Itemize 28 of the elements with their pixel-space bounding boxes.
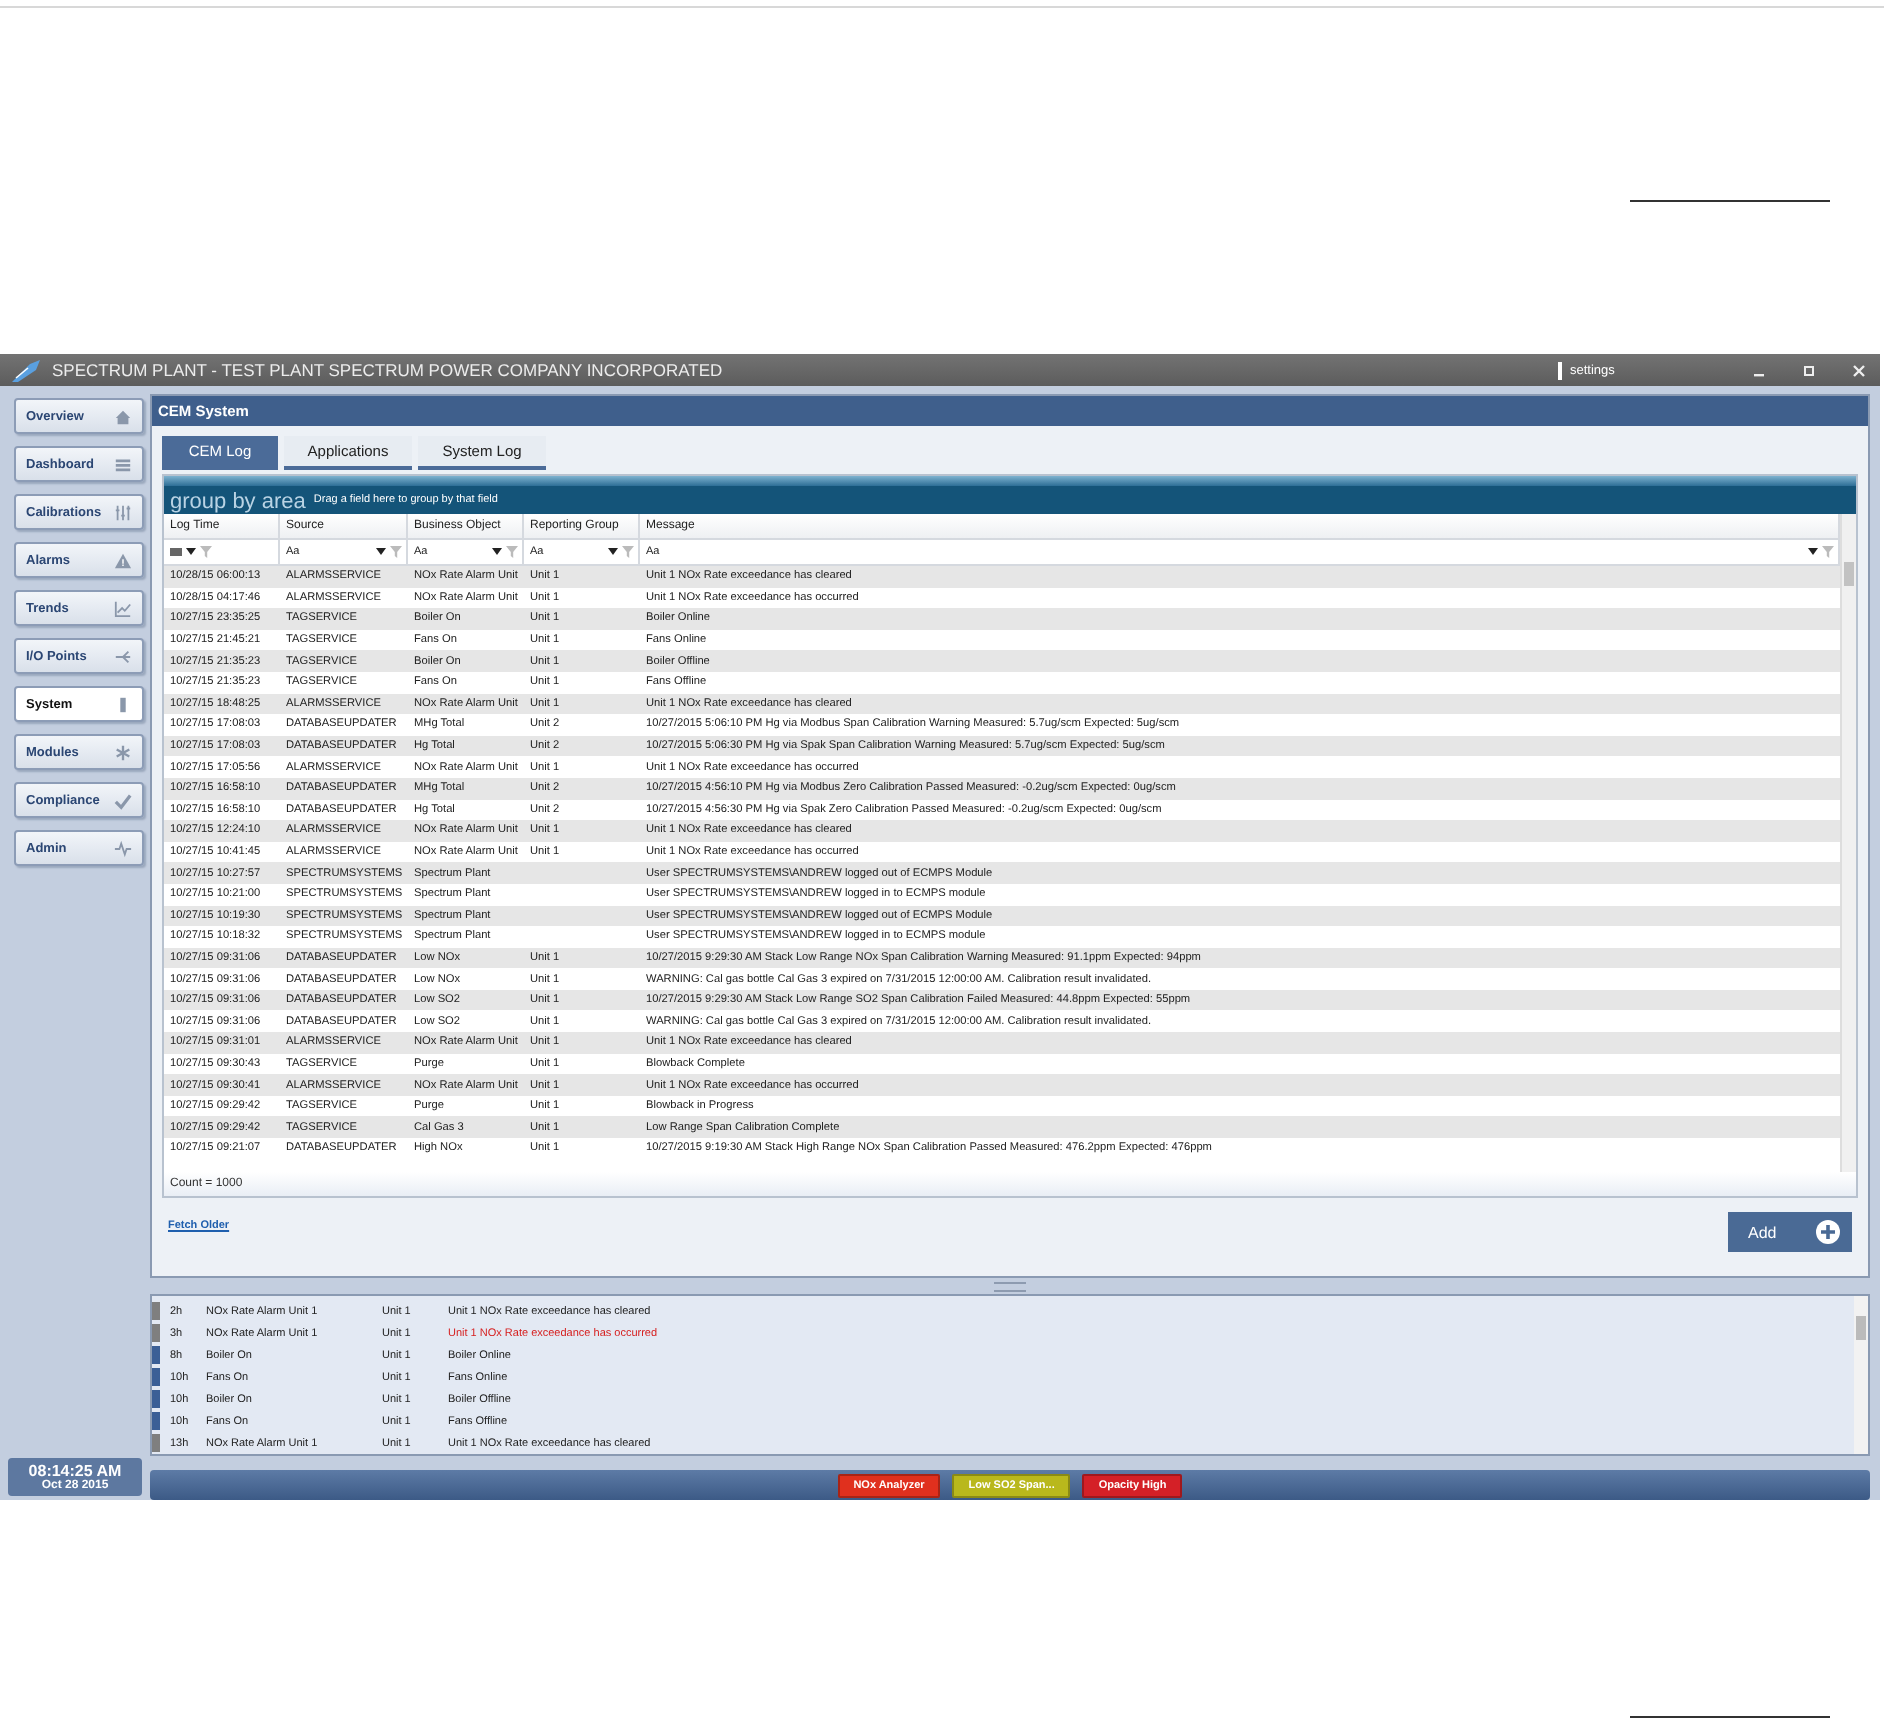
logo-icon	[12, 359, 40, 381]
scrollbar[interactable]	[1854, 1296, 1868, 1455]
pulse-icon	[114, 839, 132, 857]
home-icon	[114, 407, 132, 425]
caret-icon[interactable]	[492, 548, 502, 556]
close-icon[interactable]	[1850, 361, 1868, 379]
splitter-handle[interactable]	[994, 1281, 1026, 1292]
chart-icon	[114, 599, 132, 617]
caret-icon[interactable]	[376, 548, 386, 556]
add-button[interactable]: Add	[1728, 1212, 1852, 1252]
calendar-icon	[170, 548, 182, 556]
asterisk-icon	[114, 743, 132, 761]
bar-icon	[114, 695, 132, 713]
check-icon	[114, 791, 132, 809]
sliders-icon	[114, 503, 132, 521]
filter-field[interactable]	[164, 540, 280, 564]
caret-icon[interactable]	[608, 548, 618, 556]
branch-icon	[114, 647, 132, 665]
maximize-icon[interactable]	[1800, 361, 1818, 379]
scrollbar[interactable]	[1840, 514, 1856, 1172]
caret-icon[interactable]	[1808, 548, 1818, 556]
plus-icon	[1816, 1220, 1840, 1244]
window-title: SPECTRUM PLANT - TEST PLANT SPECTRUM POWER COMPANY INCORPORATED	[52, 360, 725, 380]
group-by-title: group by area	[170, 490, 306, 514]
warning-icon	[114, 551, 132, 569]
clock-time: 08:14:25 AM	[28, 1462, 122, 1480]
grid-icon	[114, 455, 132, 473]
caret-icon[interactable]	[186, 548, 196, 556]
